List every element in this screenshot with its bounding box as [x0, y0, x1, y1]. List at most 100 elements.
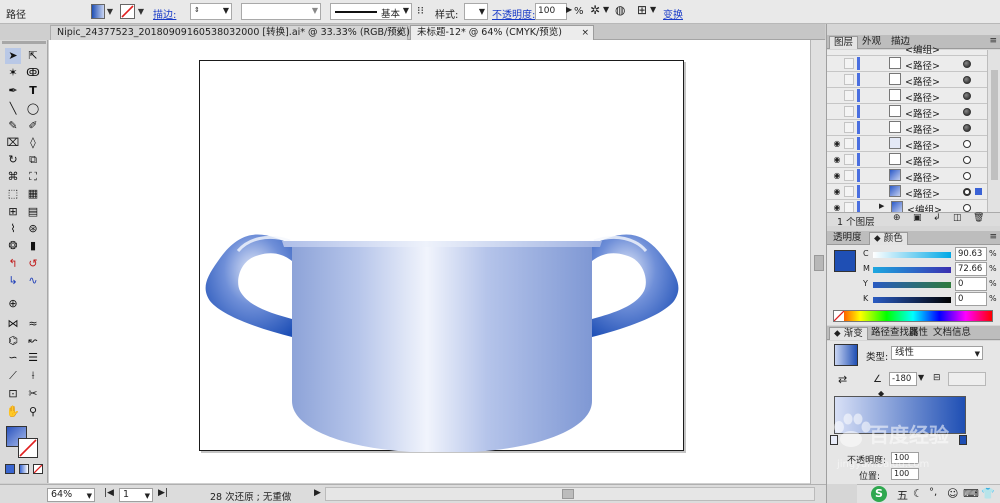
red-curve-tool-icon[interactable]: ↺ [25, 256, 41, 272]
target-icon[interactable] [963, 204, 971, 212]
new-layer-icon[interactable]: ◫ [953, 213, 962, 223]
panel-menu-icon[interactable]: ≡ [989, 36, 997, 46]
channel-value[interactable]: 0 [955, 277, 987, 291]
yellow-slider[interactable]: Y 0 % [863, 277, 1000, 291]
none-mode-icon[interactable] [33, 464, 43, 474]
isolate-icon[interactable]: ◍ [615, 3, 625, 17]
channel-value[interactable]: 0 [955, 292, 987, 306]
stroke-weight-field[interactable]: ⇕ ▼ [190, 3, 232, 20]
target-icon[interactable] [963, 188, 971, 196]
tab-appearance[interactable]: 外观 [858, 36, 885, 49]
eye-icon[interactable]: ◉ [832, 187, 842, 197]
line-tool-icon[interactable]: ╲ [5, 101, 21, 117]
artboard-tool-icon[interactable]: ⊡ [5, 386, 21, 402]
punctuation-icon[interactable]: °, [929, 487, 937, 498]
shirt-icon[interactable]: 👕 [981, 487, 995, 500]
layer-row[interactable]: <路径> [827, 72, 987, 88]
recolor-icon[interactable]: ✲ [590, 3, 600, 17]
panel-grip[interactable] [2, 41, 46, 44]
layers-scrollbar[interactable] [987, 50, 1000, 214]
layer-row[interactable]: <路径> [827, 56, 987, 72]
lock-toggle[interactable] [844, 170, 854, 181]
crosshair-tool-icon[interactable]: ⊕ [5, 296, 21, 312]
pot-rim[interactable] [282, 241, 602, 247]
chevron-down-icon[interactable]: ▼ [918, 373, 924, 382]
tab-layers[interactable]: 图层 [829, 36, 859, 49]
target-icon[interactable] [963, 60, 971, 68]
right-handle[interactable] [592, 234, 679, 337]
gradient-tool-icon[interactable]: ▤ [25, 204, 41, 220]
zoom-field[interactable]: 64% ▼ [47, 488, 95, 502]
close-icon[interactable]: × [581, 26, 589, 40]
graphic-style-swatch[interactable]: ▼ [464, 3, 488, 20]
tab-document-2[interactable]: 未标题-12* @ 64% (CMYK/预览) × [410, 25, 594, 40]
layer-row[interactable]: <路径> [827, 88, 987, 104]
envelope-tool-icon[interactable]: ⋈ [5, 316, 21, 332]
perspective-grid-tool-icon[interactable]: ▦ [25, 186, 41, 202]
stroke-swatch[interactable] [120, 4, 135, 19]
stroke-link[interactable]: 描边: [153, 6, 176, 21]
smooth-tool-icon[interactable]: ∽ [5, 350, 21, 366]
shape-builder-tool-icon[interactable]: ⬚ [5, 186, 21, 202]
lasso-tool-icon[interactable]: ↂ [25, 65, 41, 81]
blue-path-tool-icon[interactable]: ↳ [5, 273, 21, 289]
cyan-slider[interactable]: C 90.63 % [863, 247, 1000, 261]
warp-tool-icon[interactable]: ≈ [25, 316, 41, 332]
expand-arrow-icon[interactable]: ▶ [879, 202, 884, 210]
layer-row[interactable]: ◉ <路径> [827, 136, 987, 152]
target-icon[interactable] [963, 156, 971, 164]
layer-row[interactable]: <路径> [827, 104, 987, 120]
paintbrush-tool-icon[interactable]: ✎ [5, 118, 21, 134]
align-icon[interactable]: ⊞ [637, 3, 647, 17]
gradient-mode-icon[interactable] [19, 464, 29, 474]
scissors-tool-icon[interactable]: ✂ [25, 386, 41, 402]
eye-icon[interactable]: ◉ [832, 171, 842, 181]
reverse-gradient-icon[interactable]: ⇄ [838, 373, 847, 386]
channel-value[interactable]: 72.66 [955, 262, 987, 276]
tab-document-info[interactable]: 文档信息 [929, 327, 975, 340]
blob-brush-tool-icon[interactable]: ⌧ [5, 135, 21, 151]
target-icon[interactable] [963, 108, 971, 116]
lock-toggle[interactable] [844, 58, 854, 69]
scroll-thumb[interactable] [562, 489, 574, 499]
new-sublayer-icon[interactable]: ↲ [933, 213, 941, 223]
knife-tool-icon[interactable]: ⟊ [25, 368, 41, 384]
artboard[interactable] [199, 60, 685, 453]
magenta-slider[interactable]: M 72.66 % [863, 262, 1000, 276]
blend-tool-icon[interactable]: ⊛ [25, 221, 41, 237]
width-tool-icon[interactable]: ⌘ [5, 169, 21, 185]
pencil-tool-icon[interactable]: ✐ [25, 118, 41, 134]
selection-tool-icon[interactable]: ➤ [5, 48, 21, 64]
pot-illustration[interactable] [200, 61, 685, 453]
type-tool-icon[interactable]: T [25, 83, 41, 99]
layer-row[interactable]: ◉ <路径> [827, 152, 987, 168]
horizontal-scrollbar[interactable] [325, 487, 815, 501]
fill-dropdown-icon[interactable]: ▼ [105, 3, 115, 20]
scroll-thumb[interactable] [814, 255, 824, 271]
slider-track[interactable] [873, 267, 951, 273]
slider-track[interactable] [873, 297, 951, 303]
target-icon[interactable] [963, 124, 971, 132]
ellipse-tool-icon[interactable]: ◯ [25, 101, 41, 117]
column-graph-tool-icon[interactable]: ▮ [25, 238, 41, 254]
panel-menu-icon[interactable]: ≡ [989, 232, 997, 242]
target-icon[interactable] [963, 76, 971, 84]
symbol-sprayer-tool-icon[interactable]: ❂ [5, 238, 21, 254]
target-icon[interactable] [963, 140, 971, 148]
rotate-tool-icon[interactable]: ↻ [5, 152, 21, 168]
chevron-down-icon[interactable]: ▼ [650, 5, 656, 14]
blue-curve-tool-icon[interactable]: ∿ [25, 273, 41, 289]
puppet-warp-tool-icon[interactable]: ⌬ [5, 333, 21, 349]
scale-tool-icon[interactable]: ⧉ [25, 152, 41, 168]
lock-toggle[interactable] [844, 74, 854, 85]
free-transform-tool-icon[interactable]: ⛶ [25, 169, 41, 185]
emoji-icon[interactable]: ☺ [947, 487, 958, 500]
lock-toggle[interactable] [844, 90, 854, 101]
gradient-angle-field[interactable]: -180 [889, 372, 917, 386]
layer-row[interactable]: ◉ <路径> [827, 168, 987, 184]
fill-swatch[interactable] [91, 4, 105, 19]
arrange-icon[interactable]: ⁝⁝ [417, 4, 424, 17]
slice-tool-icon[interactable]: ⟋ [5, 368, 21, 384]
list-tool-icon[interactable]: ☰ [25, 350, 41, 366]
channel-value[interactable]: 90.63 [955, 247, 987, 261]
